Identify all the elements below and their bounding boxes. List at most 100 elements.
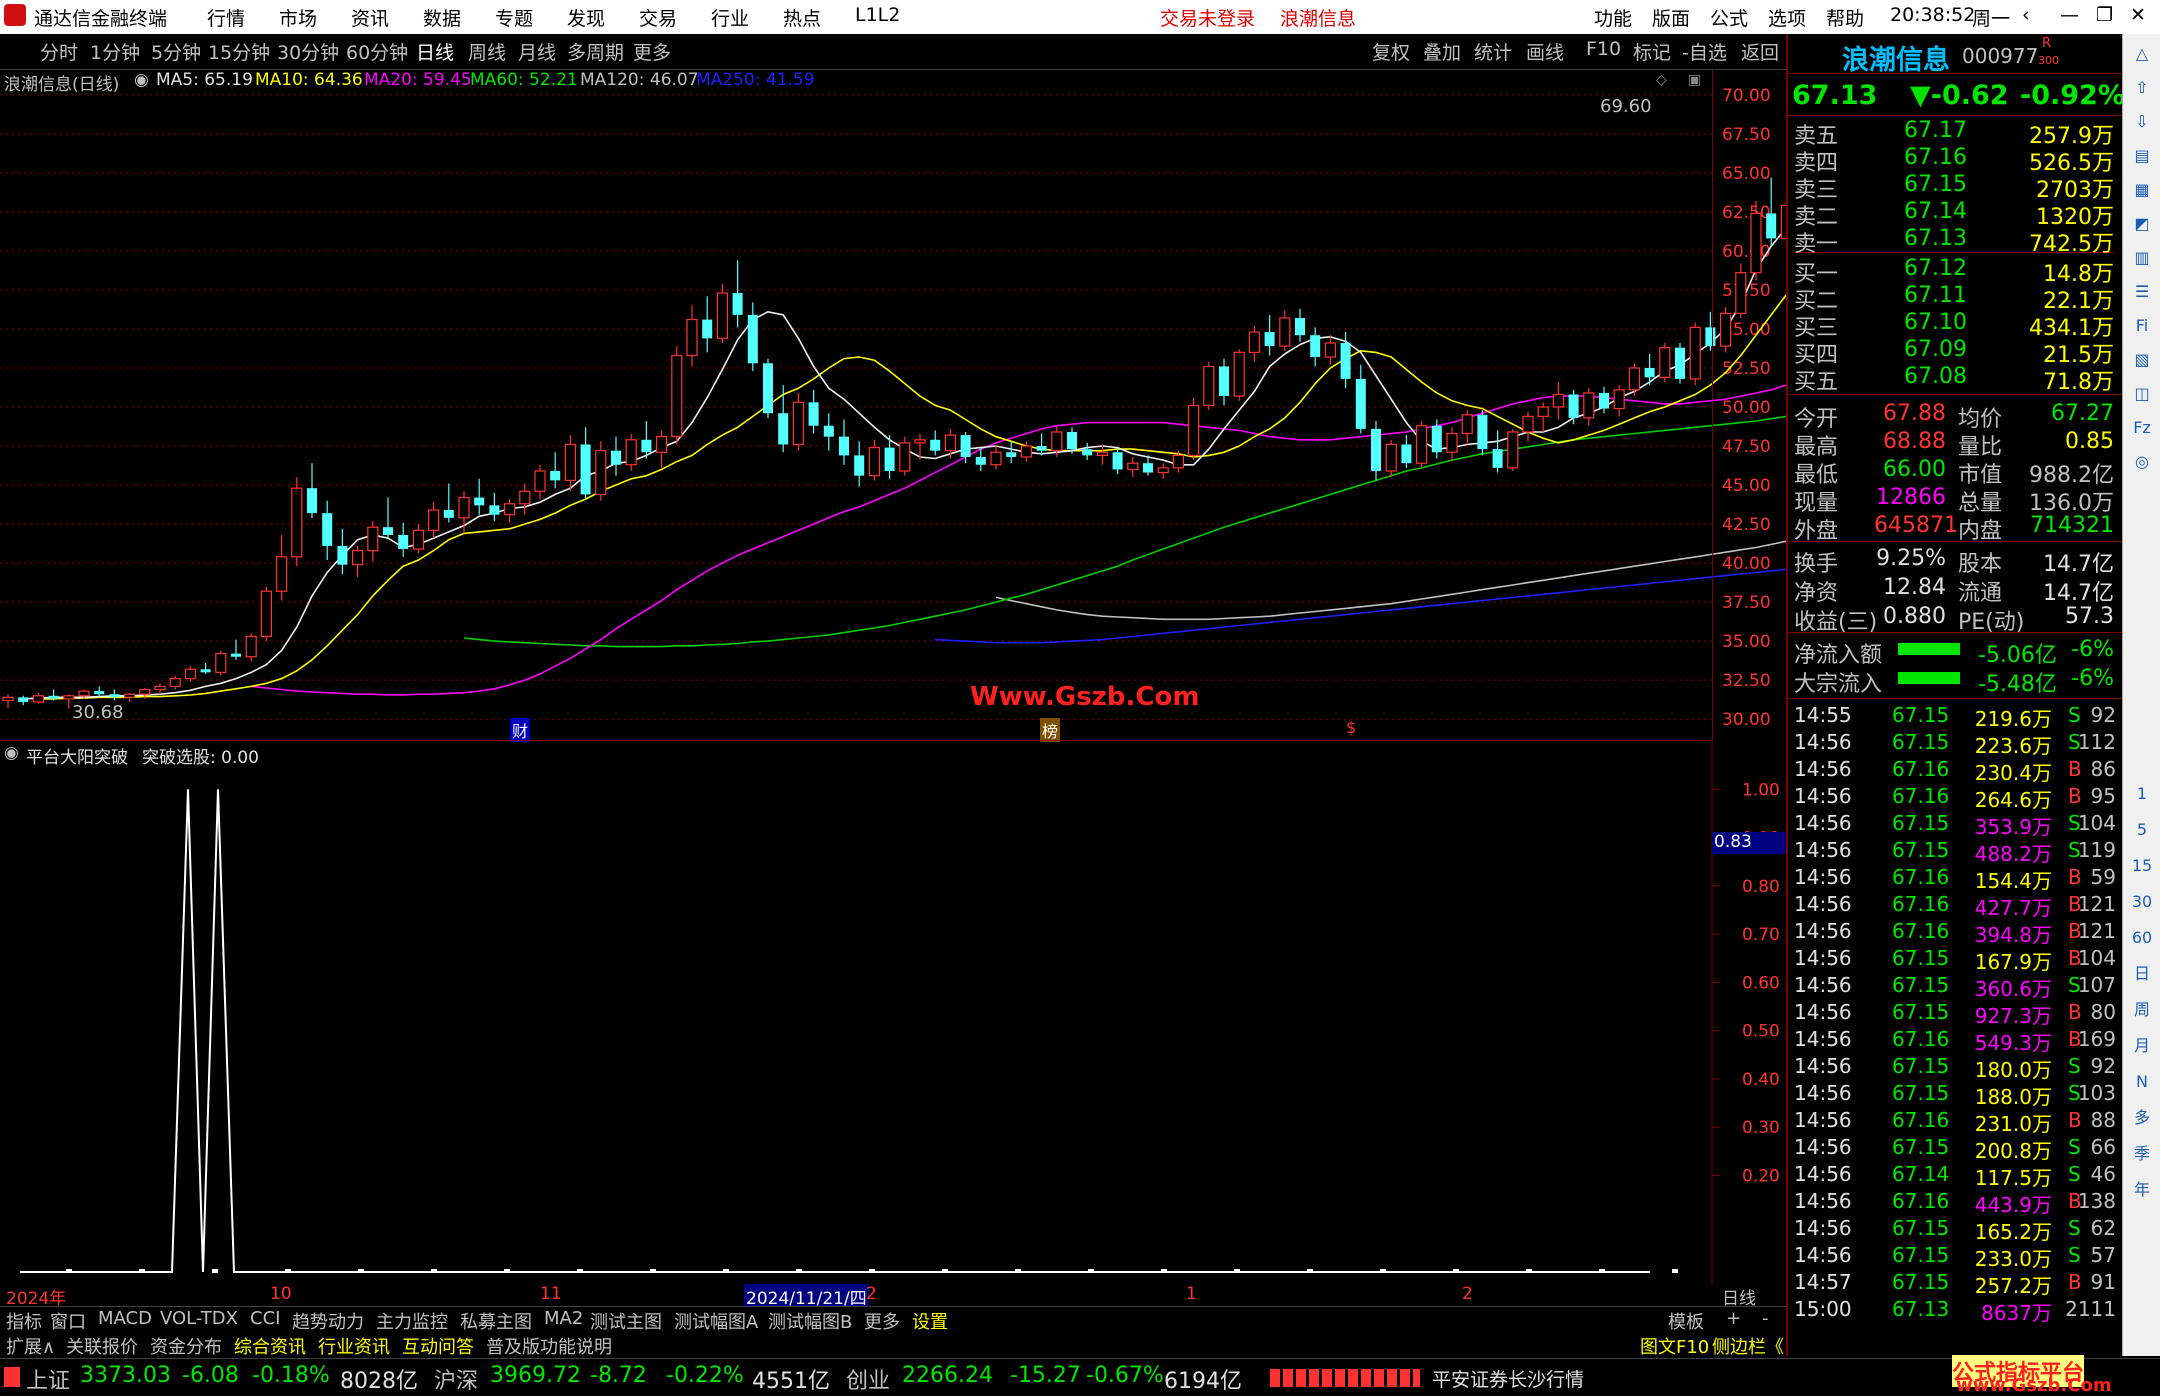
doc-icon[interactable]: ▤: [2130, 144, 2154, 168]
sidebar-period-1[interactable]: 5: [2130, 818, 2154, 842]
tab-hudong[interactable]: 互动问答: [402, 1333, 474, 1359]
cy-name[interactable]: 创业: [846, 1363, 890, 1395]
period-multi[interactable]: 多周期: [567, 38, 624, 65]
tab-simu[interactable]: 私募主图: [460, 1308, 532, 1334]
arrow-down-icon[interactable]: ⇩: [2130, 110, 2154, 134]
sidebar-period-5[interactable]: 日: [2130, 962, 2154, 986]
tab-chuangkou[interactable]: 窗口: [50, 1308, 86, 1334]
menu-xuanxiang[interactable]: 选项: [1768, 4, 1806, 31]
menu-hangqing[interactable]: 行情: [207, 4, 245, 31]
toolbar-fuquan[interactable]: 复权: [1372, 38, 1410, 65]
menu-gongshi[interactable]: 公式: [1710, 4, 1748, 31]
restore-icon[interactable]: ❐: [2096, 4, 2113, 26]
bid-row[interactable]: 买四 67.09 21.5万: [1794, 337, 2114, 368]
menu-shuju[interactable]: 数据: [423, 4, 461, 31]
ask-row[interactable]: 卖三 67.15 2703万: [1794, 172, 2114, 203]
tab-guanlian[interactable]: 关联报价: [66, 1333, 138, 1359]
menu-redian[interactable]: 热点: [783, 4, 821, 31]
toolbar-zixuan[interactable]: -自选: [1682, 38, 1727, 65]
grid-icon[interactable]: ▦: [2130, 178, 2154, 202]
tab-more[interactable]: 更多: [864, 1308, 900, 1334]
period-weekly[interactable]: 周线: [468, 38, 506, 65]
period-fenshi[interactable]: 分时: [40, 38, 78, 65]
bid-row[interactable]: 买二 67.11 22.1万: [1794, 283, 2114, 314]
arrow-up-icon[interactable]: ⇧: [2130, 76, 2154, 100]
circle-icon[interactable]: ◎: [2130, 450, 2154, 474]
indicator-chart[interactable]: 1.000.900.800.700.600.500.400.300.20 0.8…: [0, 740, 1786, 1286]
tab-template[interactable]: 模板: [1668, 1308, 1704, 1334]
period-15min[interactable]: 15分钟: [208, 38, 270, 65]
sidebar-period-9[interactable]: 多: [2130, 1106, 2154, 1130]
candle-icon[interactable]: ▥: [2130, 246, 2154, 270]
ask-row[interactable]: 卖五 67.17 257.9万: [1794, 118, 2114, 149]
tab-ceshizhutu[interactable]: 测试主图: [590, 1308, 662, 1334]
sidebar-period-7[interactable]: 月: [2130, 1034, 2154, 1058]
ask-row[interactable]: 卖二 67.14 1320万: [1794, 199, 2114, 230]
period-more[interactable]: 更多: [633, 38, 671, 65]
menu-banmian[interactable]: 版面: [1652, 4, 1690, 31]
ask-row[interactable]: 卖四 67.16 526.5万: [1794, 145, 2114, 176]
toolbar-diejia[interactable]: 叠加: [1423, 38, 1461, 65]
minimize-icon[interactable]: —: [2060, 4, 2079, 26]
tab-ceshifutu-a[interactable]: 测试幅图A: [674, 1308, 758, 1334]
toolbar-fanhui[interactable]: 返回: [1741, 38, 1779, 65]
tab-ceshifutu-b[interactable]: 测试幅图B: [768, 1308, 852, 1334]
menu-hangye[interactable]: 行业: [711, 4, 749, 31]
bid-row[interactable]: 买一 67.12 14.8万: [1794, 256, 2114, 287]
sh-name[interactable]: 上证: [26, 1363, 70, 1395]
sidebar-period-11[interactable]: 年: [2130, 1178, 2154, 1202]
tab-qushi[interactable]: 趋势动力: [292, 1308, 364, 1334]
tab-macd[interactable]: MACD: [98, 1308, 152, 1329]
sidebar-period-10[interactable]: 季: [2130, 1142, 2154, 1166]
tab-vol-tdx[interactable]: VOL-TDX: [160, 1308, 238, 1329]
table-icon[interactable]: ▧: [2130, 348, 2154, 372]
tab-sidebar[interactable]: 侧边栏《: [1712, 1333, 1784, 1359]
chart-settings-icon[interactable]: ▣: [1688, 72, 1701, 88]
tab-hangye[interactable]: 行业资讯: [318, 1333, 390, 1359]
period-30min[interactable]: 30分钟: [277, 38, 339, 65]
hs-name[interactable]: 沪深: [434, 1363, 478, 1395]
period-5min[interactable]: 5分钟: [151, 38, 201, 65]
back-icon[interactable]: ‹: [2022, 4, 2030, 26]
menu-l1l2[interactable]: L1L2: [855, 4, 900, 26]
sidebar-period-8[interactable]: N: [2130, 1070, 2154, 1094]
period-60min[interactable]: 60分钟: [346, 38, 408, 65]
ask-row[interactable]: 卖一 67.13 742.5万: [1794, 226, 2114, 257]
fs-icon[interactable]: Fz: [2130, 416, 2154, 440]
tab-zhuli[interactable]: 主力监控: [376, 1308, 448, 1334]
menu-jiaoyi[interactable]: 交易: [639, 4, 677, 31]
menu-shichang[interactable]: 市场: [279, 4, 317, 31]
toolbar-tongji[interactable]: 统计: [1474, 38, 1512, 65]
tab-zhibiao[interactable]: 指标: [6, 1308, 42, 1334]
period-daily[interactable]: 日线: [416, 38, 454, 65]
close-icon[interactable]: ✕: [2130, 4, 2146, 26]
menu-zixun[interactable]: 资讯: [351, 4, 389, 31]
bid-row[interactable]: 买五 67.08 71.8万: [1794, 364, 2114, 395]
menu-zhuanti[interactable]: 专题: [495, 4, 533, 31]
menu-bangzhu[interactable]: 帮助: [1826, 4, 1864, 31]
tab-zijin[interactable]: 资金分布: [150, 1333, 222, 1359]
menu-gongneng[interactable]: 功能: [1594, 4, 1632, 31]
sidebar-period-4[interactable]: 60: [2130, 926, 2154, 950]
menu-faxian[interactable]: 发现: [567, 4, 605, 31]
sidebar-period-6[interactable]: 周: [2130, 998, 2154, 1022]
fin-icon[interactable]: Fi: [2130, 314, 2154, 338]
list-icon[interactable]: ☰: [2130, 280, 2154, 304]
tab-zonghe[interactable]: 综合资讯: [234, 1333, 306, 1359]
sidebar-period-3[interactable]: 30: [2130, 890, 2154, 914]
tab-cci[interactable]: CCI: [250, 1308, 280, 1329]
toolbar-biaoji[interactable]: 标记: [1633, 38, 1671, 65]
kline-chart[interactable]: 70.0067.5065.0062.5060.0057.5055.0052.50…: [0, 70, 1786, 742]
arrow-up-icon[interactable]: △: [2130, 42, 2154, 66]
period-1min[interactable]: 1分钟: [90, 38, 140, 65]
bid-row[interactable]: 买三 67.10 434.1万: [1794, 310, 2114, 341]
toolbar-huaxian[interactable]: 画线: [1526, 38, 1564, 65]
tab-expand[interactable]: 扩展∧: [6, 1333, 55, 1359]
period-monthly[interactable]: 月线: [518, 38, 556, 65]
tab-puji[interactable]: 普及版功能说明: [486, 1333, 612, 1359]
login-status[interactable]: 交易未登录: [1160, 4, 1255, 31]
tab-remove[interactable]: -: [1762, 1308, 1769, 1329]
sidebar-period-0[interactable]: 1: [2130, 782, 2154, 806]
split-icon[interactable]: ◫: [2130, 382, 2154, 406]
tab-settings[interactable]: 设置: [912, 1308, 948, 1334]
